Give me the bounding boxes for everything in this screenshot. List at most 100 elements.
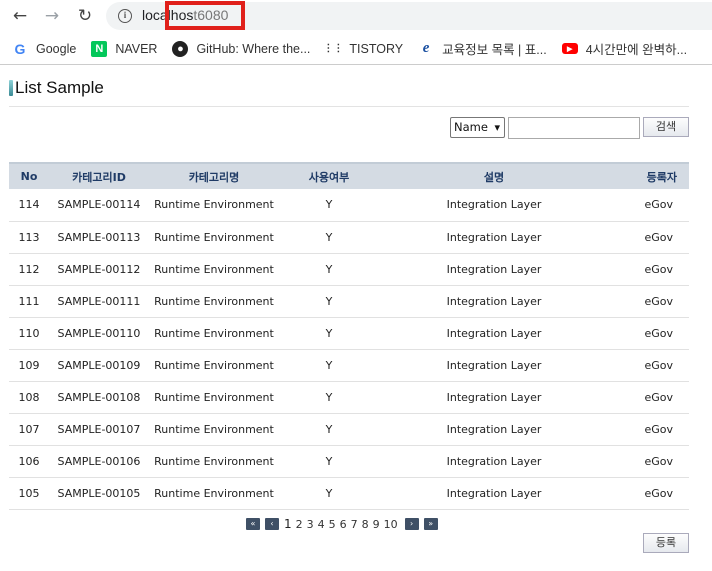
category-table: No 카테고리ID 카테고리명 사용여부 설명 등록자 114 SAMPLE-00…	[9, 162, 689, 510]
bookmark-youtube[interactable]: ▶ 4시간만에 완벽하...	[561, 39, 688, 58]
cell-description: Integration Layer	[379, 253, 609, 286]
edu-icon: e	[422, 40, 430, 56]
cell-use-yn: Y	[279, 349, 379, 382]
column-header-registrant: 등록자	[609, 162, 689, 189]
cell-use-yn: Y	[279, 189, 379, 222]
cell-no: 114	[9, 189, 49, 222]
cell-category-id[interactable]: SAMPLE-00106	[49, 445, 149, 478]
youtube-icon: ▶	[561, 43, 578, 54]
last-page-icon[interactable]: »	[423, 518, 438, 530]
info-icon[interactable]: i	[118, 9, 132, 23]
bookmark-label: 4시간만에 완벽하...	[585, 43, 688, 57]
page-number-link[interactable]: 1	[284, 517, 292, 531]
bookmark-label: TISTORY	[349, 41, 404, 56]
back-arrow-icon[interactable]: ←	[8, 5, 32, 27]
page-number-link[interactable]: 2	[296, 518, 303, 531]
pagination: « ‹ 1 2 3 4 5 6 7 8 9 10 › »	[246, 517, 443, 531]
bookmark-github[interactable]: ● GitHub: Where the...	[172, 40, 311, 57]
bookmark-google[interactable]: G Google	[12, 41, 77, 57]
cell-description: Integration Layer	[379, 413, 609, 446]
cell-category-name: Runtime Environment	[149, 413, 279, 446]
cell-registrant: eGov	[609, 285, 689, 318]
table-row[interactable]: 107 SAMPLE-00107 Runtime Environment Y Integ…	[9, 413, 689, 446]
table-row[interactable]: 108 SAMPLE-00108 Runtime Environment Y Integ…	[9, 381, 689, 414]
cell-description: Integration Layer	[379, 349, 609, 382]
bookmark-tistory[interactable]: ⋮⋮ TISTORY	[323, 41, 404, 57]
bookmark-label: GitHub: Where the...	[196, 41, 311, 56]
page-number-link[interactable]: 10	[384, 518, 398, 531]
cell-category-id[interactable]: SAMPLE-00105	[49, 477, 149, 510]
page-number-link[interactable]: 4	[318, 518, 325, 531]
page-title: List Sample	[9, 78, 104, 98]
table-row[interactable]: 105 SAMPLE-00105 Runtime Environment Y Integ…	[9, 477, 689, 510]
bookmark-edu[interactable]: e 교육정보 목록 | 표...	[418, 39, 547, 58]
page-number-link[interactable]: 3	[307, 518, 314, 531]
next-page-icon[interactable]: ›	[404, 518, 419, 530]
register-button[interactable]: 등록	[643, 533, 689, 553]
cell-description: Integration Layer	[379, 317, 609, 350]
cell-use-yn: Y	[279, 413, 379, 446]
search-input[interactable]	[508, 117, 640, 139]
cell-registrant: eGov	[609, 221, 689, 254]
table-row[interactable]: 113 SAMPLE-00113 Runtime Environment Y Integ…	[9, 221, 689, 254]
cell-category-name: Runtime Environment	[149, 221, 279, 254]
cell-category-name: Runtime Environment	[149, 317, 279, 350]
cell-category-id[interactable]: SAMPLE-00109	[49, 349, 149, 382]
cell-no: 113	[9, 221, 49, 254]
table-row[interactable]: 106 SAMPLE-00106 Runtime Environment Y Integ…	[9, 445, 689, 478]
cell-no: 108	[9, 381, 49, 414]
page-number-link[interactable]: 5	[329, 518, 336, 531]
search-button[interactable]: 검색	[643, 117, 689, 137]
page-number-link[interactable]: 6	[340, 518, 347, 531]
title-divider	[9, 106, 689, 107]
cell-category-id[interactable]: SAMPLE-00113	[49, 221, 149, 254]
cell-no: 105	[9, 477, 49, 510]
cell-registrant: eGov	[609, 253, 689, 286]
github-icon: ●	[172, 40, 189, 57]
page-number-link[interactable]: 7	[351, 518, 358, 531]
cell-use-yn: Y	[279, 285, 379, 318]
naver-icon: N	[91, 40, 108, 57]
table-row[interactable]: 111 SAMPLE-00111 Runtime Environment Y Integ…	[9, 285, 689, 318]
table-row[interactable]: 109 SAMPLE-00109 Runtime Environment Y Integ…	[9, 349, 689, 382]
cell-category-id[interactable]: SAMPLE-00110	[49, 317, 149, 350]
cell-no: 107	[9, 413, 49, 446]
search-condition-value: Name	[454, 120, 488, 134]
table-row[interactable]: 110 SAMPLE-00110 Runtime Environment Y Integ…	[9, 317, 689, 350]
page-number-link[interactable]: 8	[362, 518, 369, 531]
table-header-row: No 카테고리ID 카테고리명 사용여부 설명 등록자	[9, 162, 689, 189]
bookmark-label: NAVER	[115, 41, 158, 56]
cell-registrant: eGov	[609, 445, 689, 478]
table-row[interactable]: 112 SAMPLE-00112 Runtime Environment Y Integ…	[9, 253, 689, 286]
cell-registrant: eGov	[609, 413, 689, 446]
prev-page-icon[interactable]: ‹	[265, 518, 279, 530]
cell-no: 106	[9, 445, 49, 478]
search-condition-select[interactable]: Name	[450, 117, 505, 138]
cell-category-name: Runtime Environment	[149, 285, 279, 318]
cell-description: Integration Layer	[379, 381, 609, 414]
bookmark-naver[interactable]: N NAVER	[91, 40, 158, 57]
page-title-text: List Sample	[15, 78, 104, 97]
cell-description: Integration Layer	[379, 477, 609, 510]
cell-registrant: eGov	[609, 189, 689, 222]
reload-icon[interactable]: ↻	[73, 5, 97, 27]
cell-use-yn: Y	[279, 253, 379, 286]
cell-category-name: Runtime Environment	[149, 445, 279, 478]
cell-category-id[interactable]: SAMPLE-00114	[49, 189, 149, 222]
cell-category-id[interactable]: SAMPLE-00108	[49, 381, 149, 414]
table-row[interactable]: 114 SAMPLE-00114 Runtime Environment Y Integ…	[9, 189, 689, 222]
bookmark-label: Google	[36, 41, 77, 56]
cell-category-id[interactable]: SAMPLE-00107	[49, 413, 149, 446]
cell-description: Integration Layer	[379, 445, 609, 478]
cell-category-id[interactable]: SAMPLE-00112	[49, 253, 149, 286]
column-header-description: 설명	[379, 162, 609, 189]
browser-toolbar: ← → ↻ i localhost6080	[0, 0, 712, 33]
forward-arrow-icon[interactable]: →	[40, 5, 64, 27]
cell-no: 111	[9, 285, 49, 318]
cell-use-yn: Y	[279, 221, 379, 254]
cell-registrant: eGov	[609, 381, 689, 414]
first-page-icon[interactable]: «	[246, 518, 260, 530]
cell-category-id[interactable]: SAMPLE-00111	[49, 285, 149, 318]
cell-description: Integration Layer	[379, 221, 609, 254]
page-number-link[interactable]: 9	[373, 518, 380, 531]
